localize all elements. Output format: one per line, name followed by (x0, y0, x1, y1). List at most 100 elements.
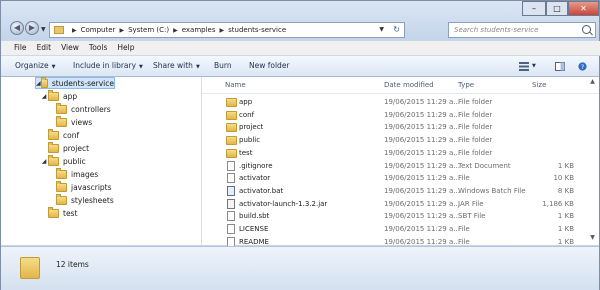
file-date: 19/06/2015 11:29 a... (384, 110, 460, 119)
refresh-icon[interactable]: ↻ (393, 23, 400, 37)
file-type: Windows Batch File (458, 186, 526, 195)
column-header-date[interactable]: Date modified (384, 77, 434, 93)
tree-item-views[interactable]: views (56, 115, 92, 128)
breadcrumb-computer[interactable]: Computer (81, 26, 116, 34)
chevron-right-icon[interactable]: ▶ (119, 27, 124, 34)
chevron-right-icon[interactable]: ▶ (173, 27, 178, 34)
address-bar[interactable]: ▶ Computer ▶ System (C:) ▶ examples ▶ st… (49, 22, 405, 38)
file-size: 8 KB (557, 186, 574, 195)
tree-item-project[interactable]: project (48, 141, 89, 154)
view-options-icon[interactable]: ▼ (532, 56, 536, 76)
chevron-right-icon[interactable]: ▶ (72, 27, 77, 34)
scroll-down-arrow[interactable]: ▼ (587, 234, 598, 244)
file-row[interactable]: LICENSE 19/06/2015 11:29 a... File 1 KB (202, 223, 599, 236)
expand-toggle-icon[interactable]: ◢ (40, 158, 48, 165)
file-name: activator.bat (239, 186, 284, 195)
file-row[interactable]: test 19/06/2015 11:29 a... File folder (202, 147, 599, 160)
file-size: 10 KB (553, 174, 574, 183)
tree-item-test[interactable]: test (48, 206, 77, 219)
breadcrumb-system-c[interactable]: System (C:) (128, 26, 169, 34)
minimize-button[interactable]: – (522, 1, 546, 16)
preview-pane-icon[interactable] (555, 62, 565, 71)
menu-view[interactable]: View (56, 41, 84, 55)
chevron-down-icon[interactable]: ▼ (379, 23, 384, 37)
column-header-size[interactable]: Size (532, 77, 546, 93)
tree-item-controllers[interactable]: controllers (56, 102, 111, 115)
menu-tools[interactable]: Tools (84, 41, 112, 55)
menu-help[interactable]: Help (112, 41, 139, 55)
file-row[interactable]: activator-launch-1.3.2.jar 19/06/2015 11:… (202, 198, 599, 211)
folder-icon (48, 206, 59, 218)
breadcrumb: ▶ Computer ▶ System (C:) ▶ examples ▶ st… (68, 26, 286, 34)
organize-button[interactable]: Organize ▼ (15, 56, 55, 77)
search-placeholder: Search students-service (454, 26, 539, 34)
file-row[interactable]: public 19/06/2015 11:29 a... File folder (202, 134, 599, 147)
column-header-type[interactable]: Type (458, 77, 474, 93)
change-view-icon[interactable] (519, 62, 529, 71)
file-row[interactable]: project 19/06/2015 11:29 a... File folder (202, 121, 599, 134)
expand-toggle-icon[interactable]: ◢ (36, 80, 41, 87)
folder-icon (54, 26, 64, 34)
file-name: .gitignore (239, 161, 273, 170)
file-icon (227, 173, 235, 184)
help-icon[interactable]: ? (577, 62, 588, 71)
file-date: 19/06/2015 11:29 a... (384, 136, 460, 145)
file-row[interactable]: activator 19/06/2015 11:29 a... File 10 KB (202, 172, 599, 185)
file-date: 19/06/2015 11:29 a... (384, 123, 460, 132)
folder-icon (48, 128, 59, 140)
recent-pages-icon[interactable]: ▼ (41, 26, 46, 33)
chevron-down-icon: ▼ (195, 64, 200, 70)
file-row[interactable]: app 19/06/2015 11:29 a... File folder (202, 96, 599, 109)
file-type: File (458, 225, 470, 233)
menu-file[interactable]: File (9, 41, 32, 55)
tree-item-javascripts[interactable]: javascripts (56, 180, 112, 193)
status-bar: 12 items (1, 246, 599, 290)
file-name: LICENSE (239, 225, 269, 233)
tree-item-app[interactable]: ◢ app (40, 89, 77, 102)
file-row[interactable]: activator.bat 19/06/2015 11:29 a... Window… (202, 185, 599, 198)
back-button[interactable]: ◀ (10, 21, 24, 35)
file-list: Name Date modified Type Size app 19/06/20… (202, 77, 599, 247)
file-row[interactable]: build.sbt 19/06/2015 11:29 a... SBT File 1 … (202, 210, 599, 223)
file-type: File folder (458, 123, 493, 132)
tree-item-conf[interactable]: conf (48, 128, 79, 141)
search-icon[interactable] (582, 25, 591, 34)
search-input[interactable]: Search students-service (448, 22, 596, 38)
folder-icon (56, 115, 67, 127)
chevron-right-icon[interactable]: ▶ (220, 27, 225, 34)
file-date: 19/06/2015 11:29 a... (384, 174, 460, 183)
burn-button[interactable]: Burn (214, 56, 232, 76)
folder-icon (56, 102, 67, 114)
maximize-button[interactable]: □ (546, 1, 568, 16)
new-folder-button[interactable]: New folder (249, 56, 290, 76)
column-header-name[interactable]: Name (225, 77, 246, 93)
breadcrumb-examples[interactable]: examples (182, 26, 216, 34)
expand-toggle-icon[interactable]: ◢ (40, 93, 48, 100)
file-date: 19/06/2015 11:29 a... (384, 161, 460, 170)
file-row[interactable]: conf 19/06/2015 11:29 a... File folder (202, 109, 599, 122)
folder-icon (20, 257, 40, 279)
tree-item-stylesheets[interactable]: stylesheets (56, 193, 114, 206)
folder-icon (226, 110, 237, 120)
tree-item-images[interactable]: images (56, 167, 98, 180)
scroll-up-arrow[interactable]: ▲ (587, 78, 598, 88)
file-type: File folder (458, 110, 493, 119)
svg-text:?: ? (581, 63, 585, 71)
close-button[interactable]: ✕ (568, 1, 599, 16)
tree-item-public[interactable]: ◢ public (40, 154, 86, 167)
title-bar: – □ ✕ ◀ ▶ ▼ ▶ Computer ▶ System (C:) ▶ e… (1, 1, 599, 39)
file-name: test (239, 148, 253, 157)
menu-edit[interactable]: Edit (32, 41, 57, 55)
breadcrumb-students-service[interactable]: students-service (228, 26, 286, 34)
forward-button[interactable]: ▶ (25, 21, 39, 35)
jar-file-icon (227, 198, 235, 209)
folder-icon (226, 98, 237, 107)
include-in-library-button[interactable]: Include in library ▼ (73, 56, 143, 77)
file-date: 19/06/2015 11:29 a... (384, 148, 460, 157)
share-with-button[interactable]: Share with ▼ (153, 56, 200, 77)
tree-item-students-service[interactable]: ◢ students-service (35, 76, 115, 89)
file-row[interactable]: .gitignore 19/06/2015 11:29 a... Text Docu… (202, 160, 599, 173)
folder-icon (226, 123, 237, 133)
file-type: Text Document (458, 161, 511, 170)
explorer-window: – □ ✕ ◀ ▶ ▼ ▶ Computer ▶ System (C:) ▶ e… (0, 0, 600, 290)
